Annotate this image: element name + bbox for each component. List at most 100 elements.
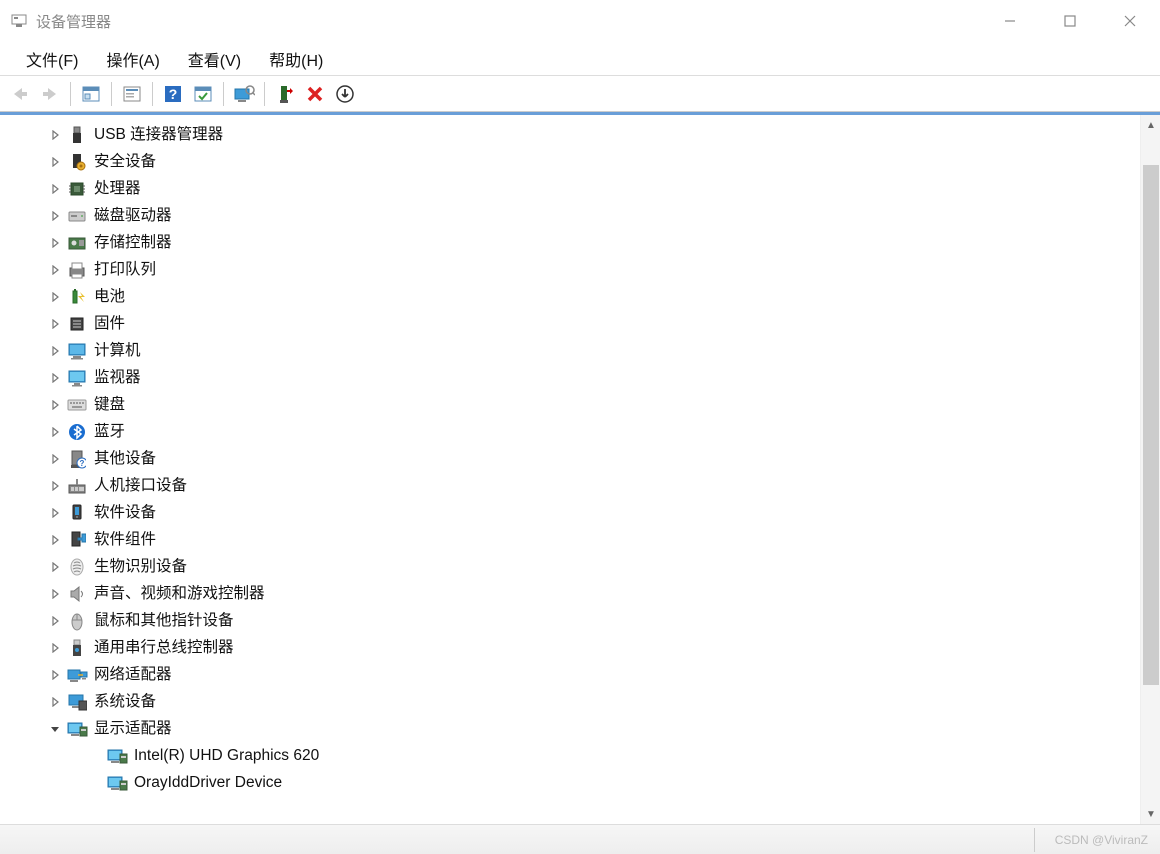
toolbar-separator bbox=[264, 82, 265, 106]
tree-item[interactable]: 网络适配器 bbox=[8, 661, 1140, 688]
toolbar: ? bbox=[0, 76, 1160, 112]
tree-item[interactable]: OrayIddDriver Device bbox=[8, 769, 1140, 796]
properties-button[interactable] bbox=[118, 80, 146, 108]
tree-item[interactable]: USB 连接器管理器 bbox=[8, 121, 1140, 148]
expand-icon[interactable] bbox=[46, 612, 64, 630]
expand-icon[interactable] bbox=[46, 261, 64, 279]
tree-item[interactable]: 电池 bbox=[8, 283, 1140, 310]
menu-file[interactable]: 文件(F) bbox=[12, 41, 92, 77]
tree-item[interactable]: 安全设备 bbox=[8, 148, 1140, 175]
toolbar-separator bbox=[152, 82, 153, 106]
statusbar-separator bbox=[1034, 828, 1035, 852]
scan-hardware-button[interactable] bbox=[230, 80, 258, 108]
expand-icon[interactable] bbox=[46, 558, 64, 576]
tree-item[interactable]: Intel(R) UHD Graphics 620 bbox=[8, 742, 1140, 769]
tree-item[interactable]: 声音、视频和游戏控制器 bbox=[8, 580, 1140, 607]
svg-text:?: ? bbox=[80, 459, 85, 468]
content-pane: USB 连接器管理器安全设备处理器磁盘驱动器存储控制器打印队列电池固件计算机监视… bbox=[0, 112, 1160, 824]
expand-icon[interactable] bbox=[46, 153, 64, 171]
tree-item[interactable]: ?其他设备 bbox=[8, 445, 1140, 472]
biometric-icon bbox=[66, 556, 88, 578]
device-tree[interactable]: USB 连接器管理器安全设备处理器磁盘驱动器存储控制器打印队列电池固件计算机监视… bbox=[8, 121, 1140, 820]
scroll-up-icon[interactable]: ▲ bbox=[1141, 115, 1160, 135]
expand-icon[interactable] bbox=[46, 207, 64, 225]
menu-view[interactable]: 查看(V) bbox=[174, 41, 255, 77]
add-legacy-button[interactable] bbox=[271, 80, 299, 108]
tree-item-label: USB 连接器管理器 bbox=[94, 121, 223, 148]
expand-icon[interactable] bbox=[46, 639, 64, 657]
expand-icon[interactable] bbox=[46, 315, 64, 333]
battery-icon bbox=[66, 286, 88, 308]
tree-item-label: 软件组件 bbox=[94, 526, 156, 553]
tree-item-label: 蓝牙 bbox=[94, 418, 125, 445]
tree-item[interactable]: 计算机 bbox=[8, 337, 1140, 364]
tree-item[interactable]: 监视器 bbox=[8, 364, 1140, 391]
other-device-icon: ? bbox=[66, 448, 88, 470]
properties-panel-button[interactable] bbox=[77, 80, 105, 108]
forward-button[interactable] bbox=[36, 80, 64, 108]
keyboard-icon bbox=[66, 394, 88, 416]
help-button[interactable]: ? bbox=[159, 80, 187, 108]
no-expand-icon bbox=[86, 747, 104, 765]
svg-text:?: ? bbox=[169, 86, 178, 102]
scroll-down-icon[interactable]: ▼ bbox=[1141, 804, 1160, 824]
update-driver-button[interactable] bbox=[331, 80, 359, 108]
expand-icon[interactable] bbox=[46, 369, 64, 387]
vertical-scrollbar[interactable]: ▲ ▼ bbox=[1140, 115, 1160, 824]
monitor-icon bbox=[66, 367, 88, 389]
software-component-icon bbox=[66, 529, 88, 551]
tree-item[interactable]: 存储控制器 bbox=[8, 229, 1140, 256]
expand-icon[interactable] bbox=[46, 693, 64, 711]
tree-item[interactable]: 生物识别设备 bbox=[8, 553, 1140, 580]
expand-icon[interactable] bbox=[46, 342, 64, 360]
tree-item[interactable]: 人机接口设备 bbox=[8, 472, 1140, 499]
expand-icon[interactable] bbox=[46, 450, 64, 468]
expand-icon[interactable] bbox=[46, 666, 64, 684]
bluetooth-icon bbox=[66, 421, 88, 443]
tree-item[interactable]: 键盘 bbox=[8, 391, 1140, 418]
collapse-icon[interactable] bbox=[46, 720, 64, 738]
scroll-thumb[interactable] bbox=[1143, 165, 1159, 685]
expand-icon[interactable] bbox=[46, 180, 64, 198]
expand-icon[interactable] bbox=[46, 288, 64, 306]
close-button[interactable] bbox=[1100, 0, 1160, 42]
computer-icon bbox=[66, 340, 88, 362]
tree-item[interactable]: 鼠标和其他指针设备 bbox=[8, 607, 1140, 634]
expand-icon[interactable] bbox=[46, 504, 64, 522]
usb-connector-icon bbox=[66, 124, 88, 146]
remove-button[interactable] bbox=[301, 80, 329, 108]
tree-item-label: 声音、视频和游戏控制器 bbox=[94, 580, 265, 607]
expand-icon[interactable] bbox=[46, 585, 64, 603]
tree-item[interactable]: 打印队列 bbox=[8, 256, 1140, 283]
minimize-button[interactable] bbox=[980, 0, 1040, 42]
tree-item-label: 通用串行总线控制器 bbox=[94, 634, 234, 661]
tree-item-label: 固件 bbox=[94, 310, 125, 337]
expand-icon[interactable] bbox=[46, 423, 64, 441]
expand-icon[interactable] bbox=[46, 396, 64, 414]
menubar: 文件(F) 操作(A) 查看(V) 帮助(H) bbox=[0, 42, 1160, 76]
menu-action[interactable]: 操作(A) bbox=[92, 41, 173, 77]
tree-item[interactable]: 固件 bbox=[8, 310, 1140, 337]
hid-icon bbox=[66, 475, 88, 497]
tree-item-label: 监视器 bbox=[94, 364, 141, 391]
expand-icon[interactable] bbox=[46, 126, 64, 144]
tree-item[interactable]: 通用串行总线控制器 bbox=[8, 634, 1140, 661]
tree-item-label: 打印队列 bbox=[94, 256, 156, 283]
tree-item-label: 计算机 bbox=[94, 337, 141, 364]
firmware-icon bbox=[66, 313, 88, 335]
expand-icon[interactable] bbox=[46, 477, 64, 495]
tree-item[interactable]: 软件设备 bbox=[8, 499, 1140, 526]
tree-item[interactable]: 处理器 bbox=[8, 175, 1140, 202]
back-button[interactable] bbox=[6, 80, 34, 108]
expand-icon[interactable] bbox=[46, 531, 64, 549]
maximize-button[interactable] bbox=[1040, 0, 1100, 42]
tree-item[interactable]: 系统设备 bbox=[8, 688, 1140, 715]
expand-icon[interactable] bbox=[46, 234, 64, 252]
tree-item[interactable]: 显示适配器 bbox=[8, 715, 1140, 742]
tree-item[interactable]: 软件组件 bbox=[8, 526, 1140, 553]
menu-help[interactable]: 帮助(H) bbox=[255, 41, 337, 77]
show-hidden-button[interactable] bbox=[189, 80, 217, 108]
tree-item[interactable]: 蓝牙 bbox=[8, 418, 1140, 445]
tree-item[interactable]: 磁盘驱动器 bbox=[8, 202, 1140, 229]
tree-item-label: 电池 bbox=[94, 283, 125, 310]
